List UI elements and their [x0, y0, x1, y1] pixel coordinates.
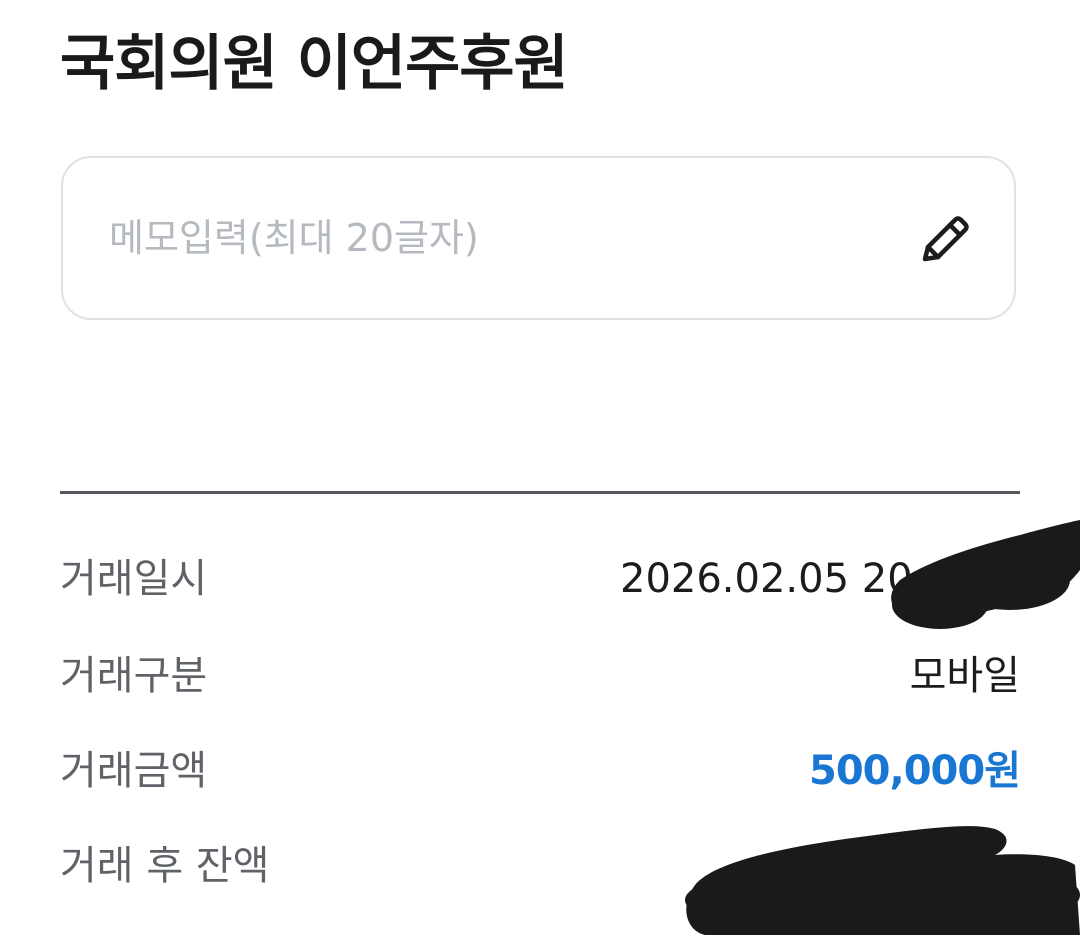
memo-field[interactable]	[61, 156, 1016, 320]
detail-label: 거래 후 잔액	[60, 843, 270, 889]
detail-row-balance-after: 거래 후 잔액	[60, 836, 1020, 896]
transaction-type-value: 모바일	[909, 653, 1020, 699]
page-title: 국회의원 이언주후원	[60, 29, 569, 99]
detail-label: 거래일시	[60, 556, 208, 602]
transaction-detail-page: 국회의원 이언주후원 거래일시 2026.02.05 20: 거래구분 모바일 …	[0, 0, 1080, 935]
section-divider	[60, 491, 1020, 494]
transaction-datetime-value: 2026.02.05 20:	[620, 556, 927, 602]
detail-row-transaction-amount: 거래금액 500,000원	[60, 741, 1021, 801]
detail-label: 거래금액	[60, 748, 208, 794]
pencil-icon	[922, 216, 969, 262]
memo-edit-button[interactable]	[915, 210, 975, 270]
detail-label: 거래구분	[60, 653, 208, 699]
detail-row-transaction-type: 거래구분 모바일	[60, 646, 1020, 706]
memo-input[interactable]	[109, 208, 869, 268]
detail-row-transaction-datetime: 거래일시 2026.02.05 20:	[60, 549, 1020, 609]
transaction-amount-value: 500,000원	[809, 748, 1021, 794]
